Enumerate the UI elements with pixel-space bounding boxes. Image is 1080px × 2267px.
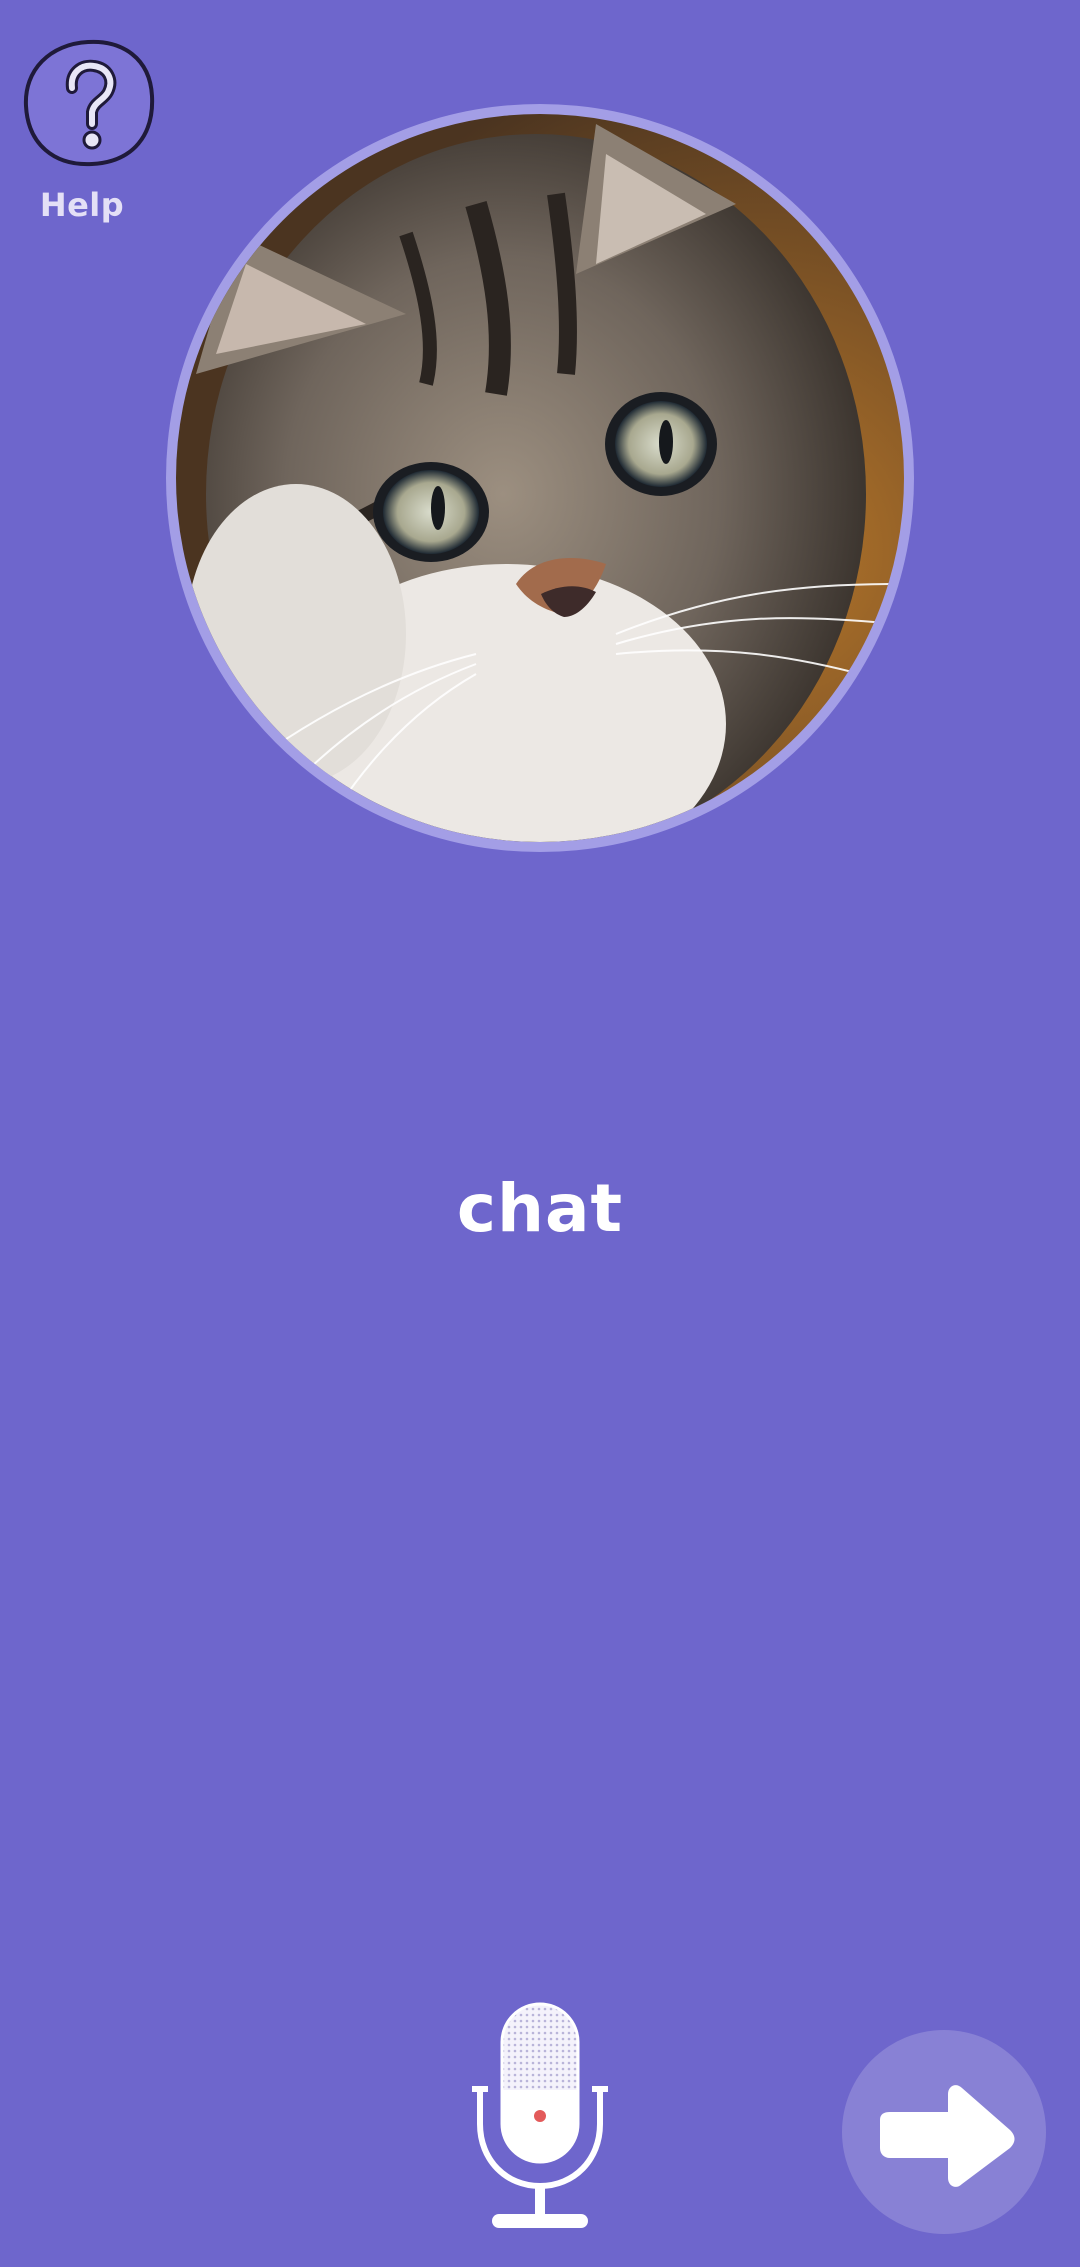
arrow-right-icon <box>880 2085 1015 2187</box>
microphone-button[interactable] <box>464 2000 616 2236</box>
kitten-photo <box>176 114 904 842</box>
question-mark-icon <box>23 39 155 167</box>
microphone-icon <box>472 2002 608 2228</box>
help-button[interactable]: Help <box>22 36 158 236</box>
word-image <box>166 104 914 852</box>
help-label: Help <box>39 186 125 224</box>
next-button[interactable] <box>842 2030 1046 2234</box>
word-label: chat <box>456 1170 624 1247</box>
